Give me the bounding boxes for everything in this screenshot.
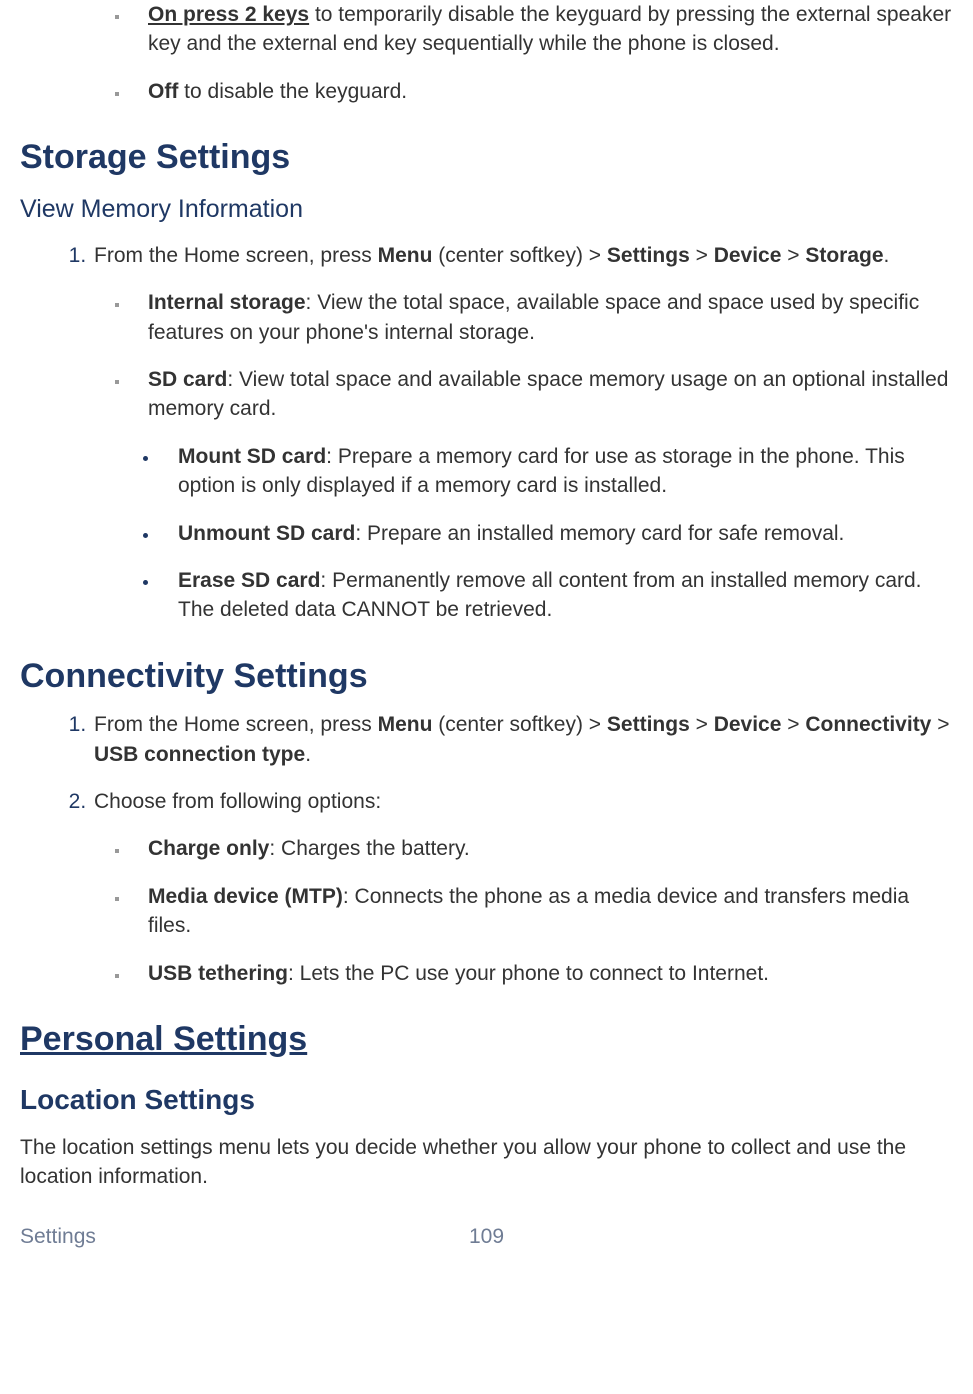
sd-subitem: Mount SD card: Prepare a memory card for… [160,442,953,501]
item-bold: Internal storage [148,291,306,314]
storage-item: SD card: View total space and available … [130,365,953,424]
sd-subitem: Unmount SD card: Prepare an installed me… [160,519,953,548]
step-text: From the Home screen, press [94,713,378,736]
storage-items: Internal storage: View the total space, … [20,288,953,424]
location-heading: Location Settings [20,1080,953,1119]
footer-section: Settings [20,1225,96,1248]
storage-item: Internal storage: View the total space, … [130,288,953,347]
connectivity-step-2: Choose from following options: [92,787,953,816]
intro-bold: Off [148,80,178,103]
connectivity-item: Media device (MTP): Connects the phone a… [130,882,953,941]
step-text: > [781,244,805,267]
step-text: > [781,713,805,736]
personal-heading: Personal Settings [20,1016,953,1064]
path-item: Settings [607,713,690,736]
subitem-bold: Erase SD card [178,569,320,592]
step-text: > [690,713,714,736]
item-bold: Media device (MTP) [148,885,343,908]
item-text: : View total space and available space m… [148,368,948,420]
step-text: . [884,244,890,267]
connectivity-item: USB tethering: Lets the PC use your phon… [130,959,953,988]
page-footer: Settings 109 [20,1222,953,1251]
item-text: : Charges the battery. [269,837,469,860]
step-text: From the Home screen, press [94,244,378,267]
storage-step-1: From the Home screen, press Menu (center… [92,241,953,270]
intro-bold: On press 2 keys [148,3,309,26]
footer-page-number: 109 [469,1222,504,1251]
subitem-text: : Prepare an installed memory card for s… [355,522,844,545]
storage-steps: From the Home screen, press Menu (center… [20,241,953,270]
location-paragraph: The location settings menu lets you deci… [20,1133,953,1192]
connectivity-heading: Connectivity Settings [20,653,953,701]
item-bold: USB tethering [148,962,288,985]
path-item: Connectivity [805,713,931,736]
menu-key: Menu [378,244,433,267]
path-item: USB connection type [94,743,305,766]
step-text: (center softkey) > [432,713,606,736]
intro-bullets: On press 2 keys to temporarily disable t… [20,0,953,106]
path-item: Settings [607,244,690,267]
connectivity-item: Charge only: Charges the battery. [130,834,953,863]
storage-heading: Storage Settings [20,134,953,182]
intro-rest: to disable the keyguard. [178,80,407,103]
connectivity-items: Charge only: Charges the battery. Media … [20,834,953,988]
step-text: . [305,743,311,766]
connectivity-steps: From the Home screen, press Menu (center… [20,710,953,816]
sd-card-subitems: Mount SD card: Prepare a memory card for… [20,442,953,625]
sd-subitem: Erase SD card: Permanently remove all co… [160,566,953,625]
step-text: (center softkey) > [432,244,606,267]
storage-subheading: View Memory Information [20,192,953,227]
item-bold: SD card [148,368,227,391]
step-text: > [931,713,949,736]
intro-item: On press 2 keys to temporarily disable t… [130,0,953,59]
connectivity-step-1: From the Home screen, press Menu (center… [92,710,953,769]
path-item: Storage [805,244,883,267]
item-bold: Charge only [148,837,269,860]
item-text: : Lets the PC use your phone to connect … [288,962,769,985]
subitem-bold: Unmount SD card [178,522,355,545]
menu-key: Menu [378,713,433,736]
step-text: > [690,244,714,267]
path-item: Device [714,244,782,267]
intro-item: Off to disable the keyguard. [130,77,953,106]
subitem-bold: Mount SD card [178,445,326,468]
path-item: Device [714,713,782,736]
